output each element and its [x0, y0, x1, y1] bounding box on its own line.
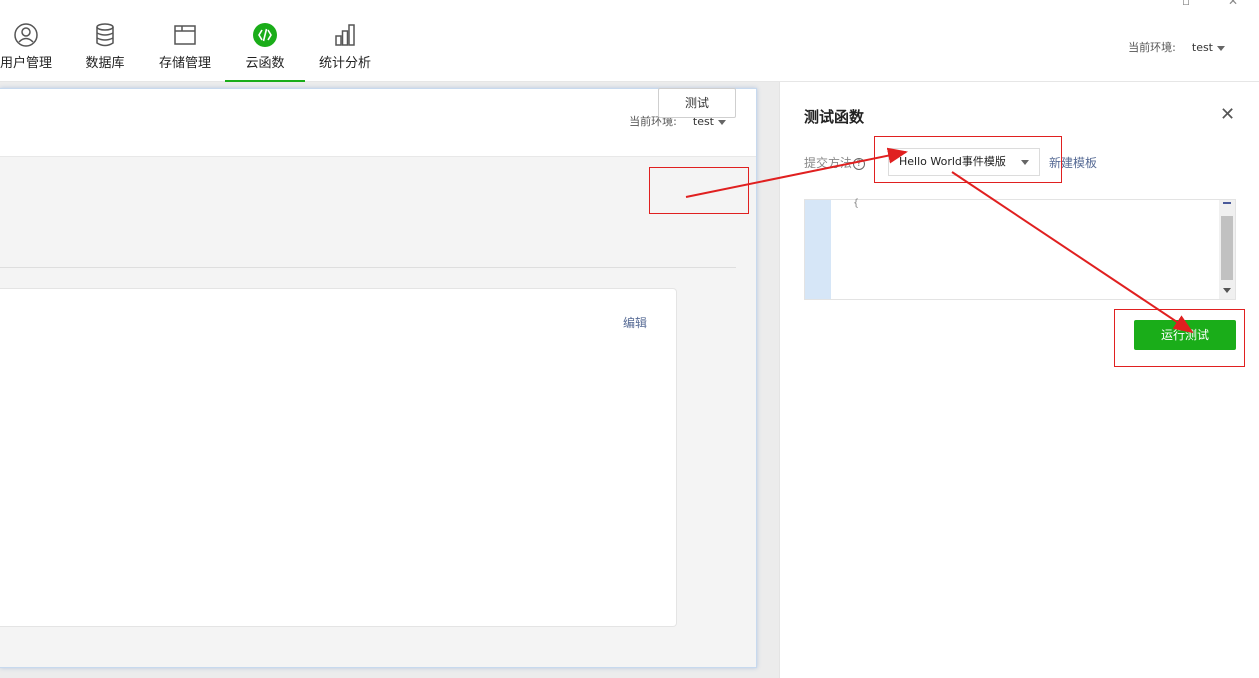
environment-label: 当前环境:: [1128, 41, 1176, 54]
annotation-box-template-select: [874, 136, 1062, 183]
function-detail-panel: 当前环境: test: [0, 88, 757, 668]
chevron-down-icon: [1217, 45, 1225, 51]
panel-header: 当前环境: test: [0, 89, 756, 157]
environment-value: test: [1191, 41, 1213, 54]
tool-label: 存储管理: [158, 56, 211, 71]
tool-user-management[interactable]: 用户管理: [0, 18, 66, 82]
tool-database[interactable]: 数据库: [65, 18, 145, 82]
annotation-box-run-button: [1114, 309, 1245, 367]
chevron-down-icon: [718, 119, 726, 125]
scroll-down-icon[interactable]: [1223, 288, 1231, 293]
environment-selector-top[interactable]: 当前环境: test: [1128, 39, 1225, 55]
divider: [0, 267, 736, 268]
annotation-box-test-button: [649, 167, 749, 214]
close-icon[interactable]: ✕: [1220, 104, 1235, 125]
close-window-icon[interactable]: ✕: [1228, 0, 1238, 8]
cloud-function-icon: [253, 23, 277, 47]
editor-gutter: [805, 200, 831, 299]
tool-label: 数据库: [85, 56, 125, 71]
edit-link[interactable]: 编辑: [623, 314, 647, 331]
event-code-editor[interactable]: {: [804, 198, 1236, 300]
editor-code: {: [853, 198, 860, 209]
restore-window-icon[interactable]: ▫: [1182, 0, 1190, 8]
submit-method-text: 提交方法: [804, 156, 853, 170]
tool-label: 用户管理: [0, 56, 52, 71]
tool-label: 统计分析: [318, 56, 371, 71]
question-circle-icon[interactable]: ?: [853, 157, 866, 170]
scroll-up-icon[interactable]: [1223, 202, 1231, 204]
drawer-title: 测试函数: [804, 108, 865, 126]
database-icon: [96, 23, 114, 47]
submit-method-label: 提交方法?: [804, 154, 866, 171]
editor-scrollbar[interactable]: [1219, 200, 1235, 299]
test-button[interactable]: 测试: [658, 88, 736, 118]
bar-chart-icon: [335, 24, 355, 46]
tool-label: 云函数: [245, 56, 285, 71]
tool-cloud-function[interactable]: 云函数: [225, 18, 305, 82]
user-icon: [14, 23, 38, 47]
scroll-thumb[interactable]: [1221, 216, 1233, 280]
top-toolbar: ▫ ✕ 用户管理 数据库 存储管理 云函数 统计分析 当前环境: test: [0, 0, 1259, 82]
tool-storage[interactable]: 存储管理: [145, 18, 225, 82]
tool-statistics[interactable]: 统计分析: [305, 18, 385, 82]
function-config-card: [0, 288, 677, 627]
folder-icon: [174, 25, 196, 45]
